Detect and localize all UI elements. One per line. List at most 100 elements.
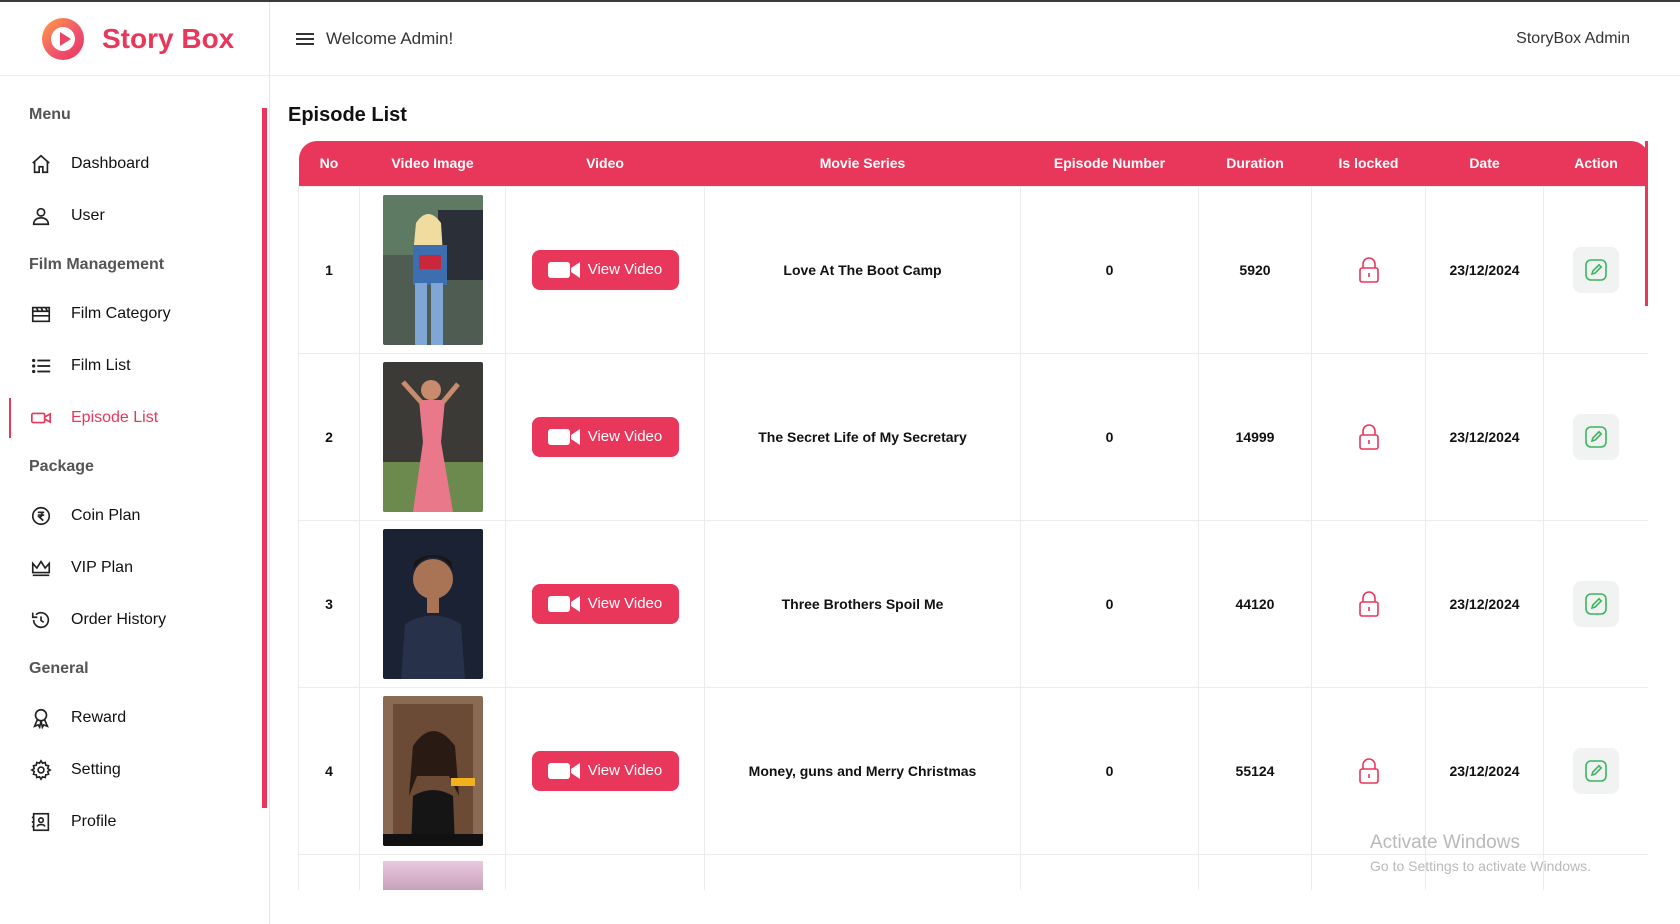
watermark-title: Activate Windows <box>1370 832 1520 853</box>
sidebar-item-label: Coin Plan <box>71 507 141 524</box>
sidebar-item-label: Setting <box>71 761 121 778</box>
cell-date: 23/12/2024 <box>1425 352 1544 521</box>
column-header-duration: Duration <box>1198 141 1312 186</box>
section-title-package: Package <box>29 458 94 475</box>
episode-table-container[interactable]: No Video Image Video Movie Series Episod… <box>298 141 1648 890</box>
lock-icon[interactable] <box>1358 757 1379 784</box>
column-header-movie-series: Movie Series <box>704 141 1021 186</box>
sidebar-item-label: Episode List <box>71 409 159 426</box>
video-thumbnail[interactable] <box>382 361 483 512</box>
top-header: Welcome Admin! StoryBox Admin <box>270 2 1680 76</box>
sidebar-item-label: User <box>71 207 105 224</box>
column-header-date: Date <box>1425 141 1544 186</box>
lock-icon[interactable] <box>1358 423 1379 450</box>
sidebar-scrollbar[interactable] <box>262 108 267 808</box>
lock-icon[interactable] <box>1358 590 1379 617</box>
video-thumbnail[interactable] <box>382 528 483 679</box>
sidebar-item-film-category[interactable]: Film Category <box>0 288 262 340</box>
cell-movie-series: Three Brothers Spoil Me <box>704 519 1021 688</box>
view-video-label: View Video <box>587 428 663 445</box>
list-icon <box>29 354 53 378</box>
edit-icon <box>1585 258 1607 281</box>
video-icon <box>29 406 53 430</box>
profile-icon <box>29 810 53 834</box>
cell-duration: 44120 <box>1198 519 1312 688</box>
cell-duration: 55124 <box>1198 686 1312 855</box>
cell-no: 1 <box>298 185 360 354</box>
sidebar-item-profile[interactable]: Profile <box>0 796 262 848</box>
watermark-subtitle: Go to Settings to activate Windows. <box>1370 858 1591 874</box>
edit-button[interactable] <box>1573 747 1619 794</box>
brand-name: Story Box <box>102 22 235 54</box>
section-title-general: General <box>29 660 89 677</box>
activate-windows-watermark: Activate Windows Go to Settings to activ… <box>1370 832 1591 874</box>
sidebar-item-user[interactable]: User <box>0 190 262 242</box>
sidebar-item-label: Dashboard <box>71 155 150 172</box>
video-camera-icon <box>547 428 580 446</box>
view-video-button[interactable]: View Video <box>531 583 679 624</box>
view-video-button[interactable]: View Video <box>531 750 679 791</box>
lock-icon[interactable] <box>1358 256 1379 283</box>
admin-user-menu[interactable]: StoryBox Admin <box>1516 30 1630 48</box>
column-header-video: Video <box>505 141 705 186</box>
video-thumbnail[interactable] <box>382 860 483 890</box>
video-camera-icon <box>547 762 580 780</box>
sidebar-item-label: Film Category <box>71 305 171 322</box>
sidebar-item-label: Reward <box>71 709 127 726</box>
cell-duration: 5920 <box>1198 185 1312 354</box>
column-header-is-locked: Is locked <box>1311 141 1426 186</box>
sidebar-item-vip-plan[interactable]: VIP Plan <box>0 542 262 594</box>
table-row: 2 View Video The Secret Life of My Secre… <box>298 352 1648 521</box>
video-thumbnail[interactable] <box>382 194 483 345</box>
clapperboard-icon <box>29 302 53 326</box>
cell-no: 4 <box>298 686 360 855</box>
table-row: 3 View Video Three Brothers Spoil Me 0 4… <box>298 519 1648 688</box>
sidebar-item-label: Profile <box>71 813 117 830</box>
view-video-button[interactable]: View Video <box>531 416 679 457</box>
sidebar-item-film-list[interactable]: Film List <box>0 340 262 392</box>
menu-toggle-icon[interactable] <box>296 32 314 45</box>
section-title-film-management: Film Management <box>29 256 165 273</box>
cell-no: 2 <box>298 352 360 521</box>
cell-movie-series: Love At The Boot Camp <box>704 185 1021 354</box>
sidebar-item-order-history[interactable]: Order History <box>0 594 262 646</box>
video-camera-icon <box>547 261 580 279</box>
rupee-coin-icon <box>29 504 53 528</box>
sidebar-item-setting[interactable]: Setting <box>0 744 262 796</box>
episode-table: No Video Image Video Movie Series Episod… <box>298 141 1648 890</box>
edit-icon <box>1585 759 1607 782</box>
cell-date: 23/12/2024 <box>1425 185 1544 354</box>
video-thumbnail[interactable] <box>382 695 483 846</box>
view-video-button[interactable]: View Video <box>531 249 679 290</box>
table-scrollbar[interactable] <box>1645 141 1648 306</box>
award-icon <box>29 706 53 730</box>
edit-icon <box>1585 592 1607 615</box>
edit-button[interactable] <box>1573 413 1619 460</box>
sidebar-item-episode-list[interactable]: Episode List <box>0 392 262 444</box>
edit-button[interactable] <box>1573 580 1619 627</box>
brand[interactable]: Story Box <box>0 2 269 76</box>
column-header-action: Action <box>1543 141 1648 186</box>
sidebar-item-label: Film List <box>71 357 131 374</box>
view-video-label: View Video <box>587 595 663 612</box>
column-header-video-image: Video Image <box>359 141 506 186</box>
cell-episode-number: 0 <box>1020 185 1199 354</box>
edit-button[interactable] <box>1573 246 1619 293</box>
history-icon <box>29 608 53 632</box>
brand-logo-icon <box>42 17 84 60</box>
edit-icon <box>1585 425 1607 448</box>
sidebar-item-dashboard[interactable]: Dashboard <box>0 138 262 190</box>
table-row: 1 View Video Love At The Boot Camp 0 592… <box>298 185 1648 354</box>
column-header-no: No <box>298 141 360 186</box>
sidebar-nav: Menu Dashboard User Film Management Film… <box>0 92 262 848</box>
cell-episode-number: 0 <box>1020 686 1199 855</box>
cell-movie-series: The Secret Life of My Secretary <box>704 352 1021 521</box>
sidebar-item-reward[interactable]: Reward <box>0 692 262 744</box>
sidebar-item-label: Order History <box>71 611 167 628</box>
sidebar-item-coin-plan[interactable]: Coin Plan <box>0 490 262 542</box>
crown-icon <box>29 556 53 580</box>
cell-date: 23/12/2024 <box>1425 519 1544 688</box>
sidebar: Story Box Menu Dashboard User Film Manag… <box>0 2 270 924</box>
cell-movie-series: Money, guns and Merry Christmas <box>704 686 1021 855</box>
cell-no: 3 <box>298 519 360 688</box>
